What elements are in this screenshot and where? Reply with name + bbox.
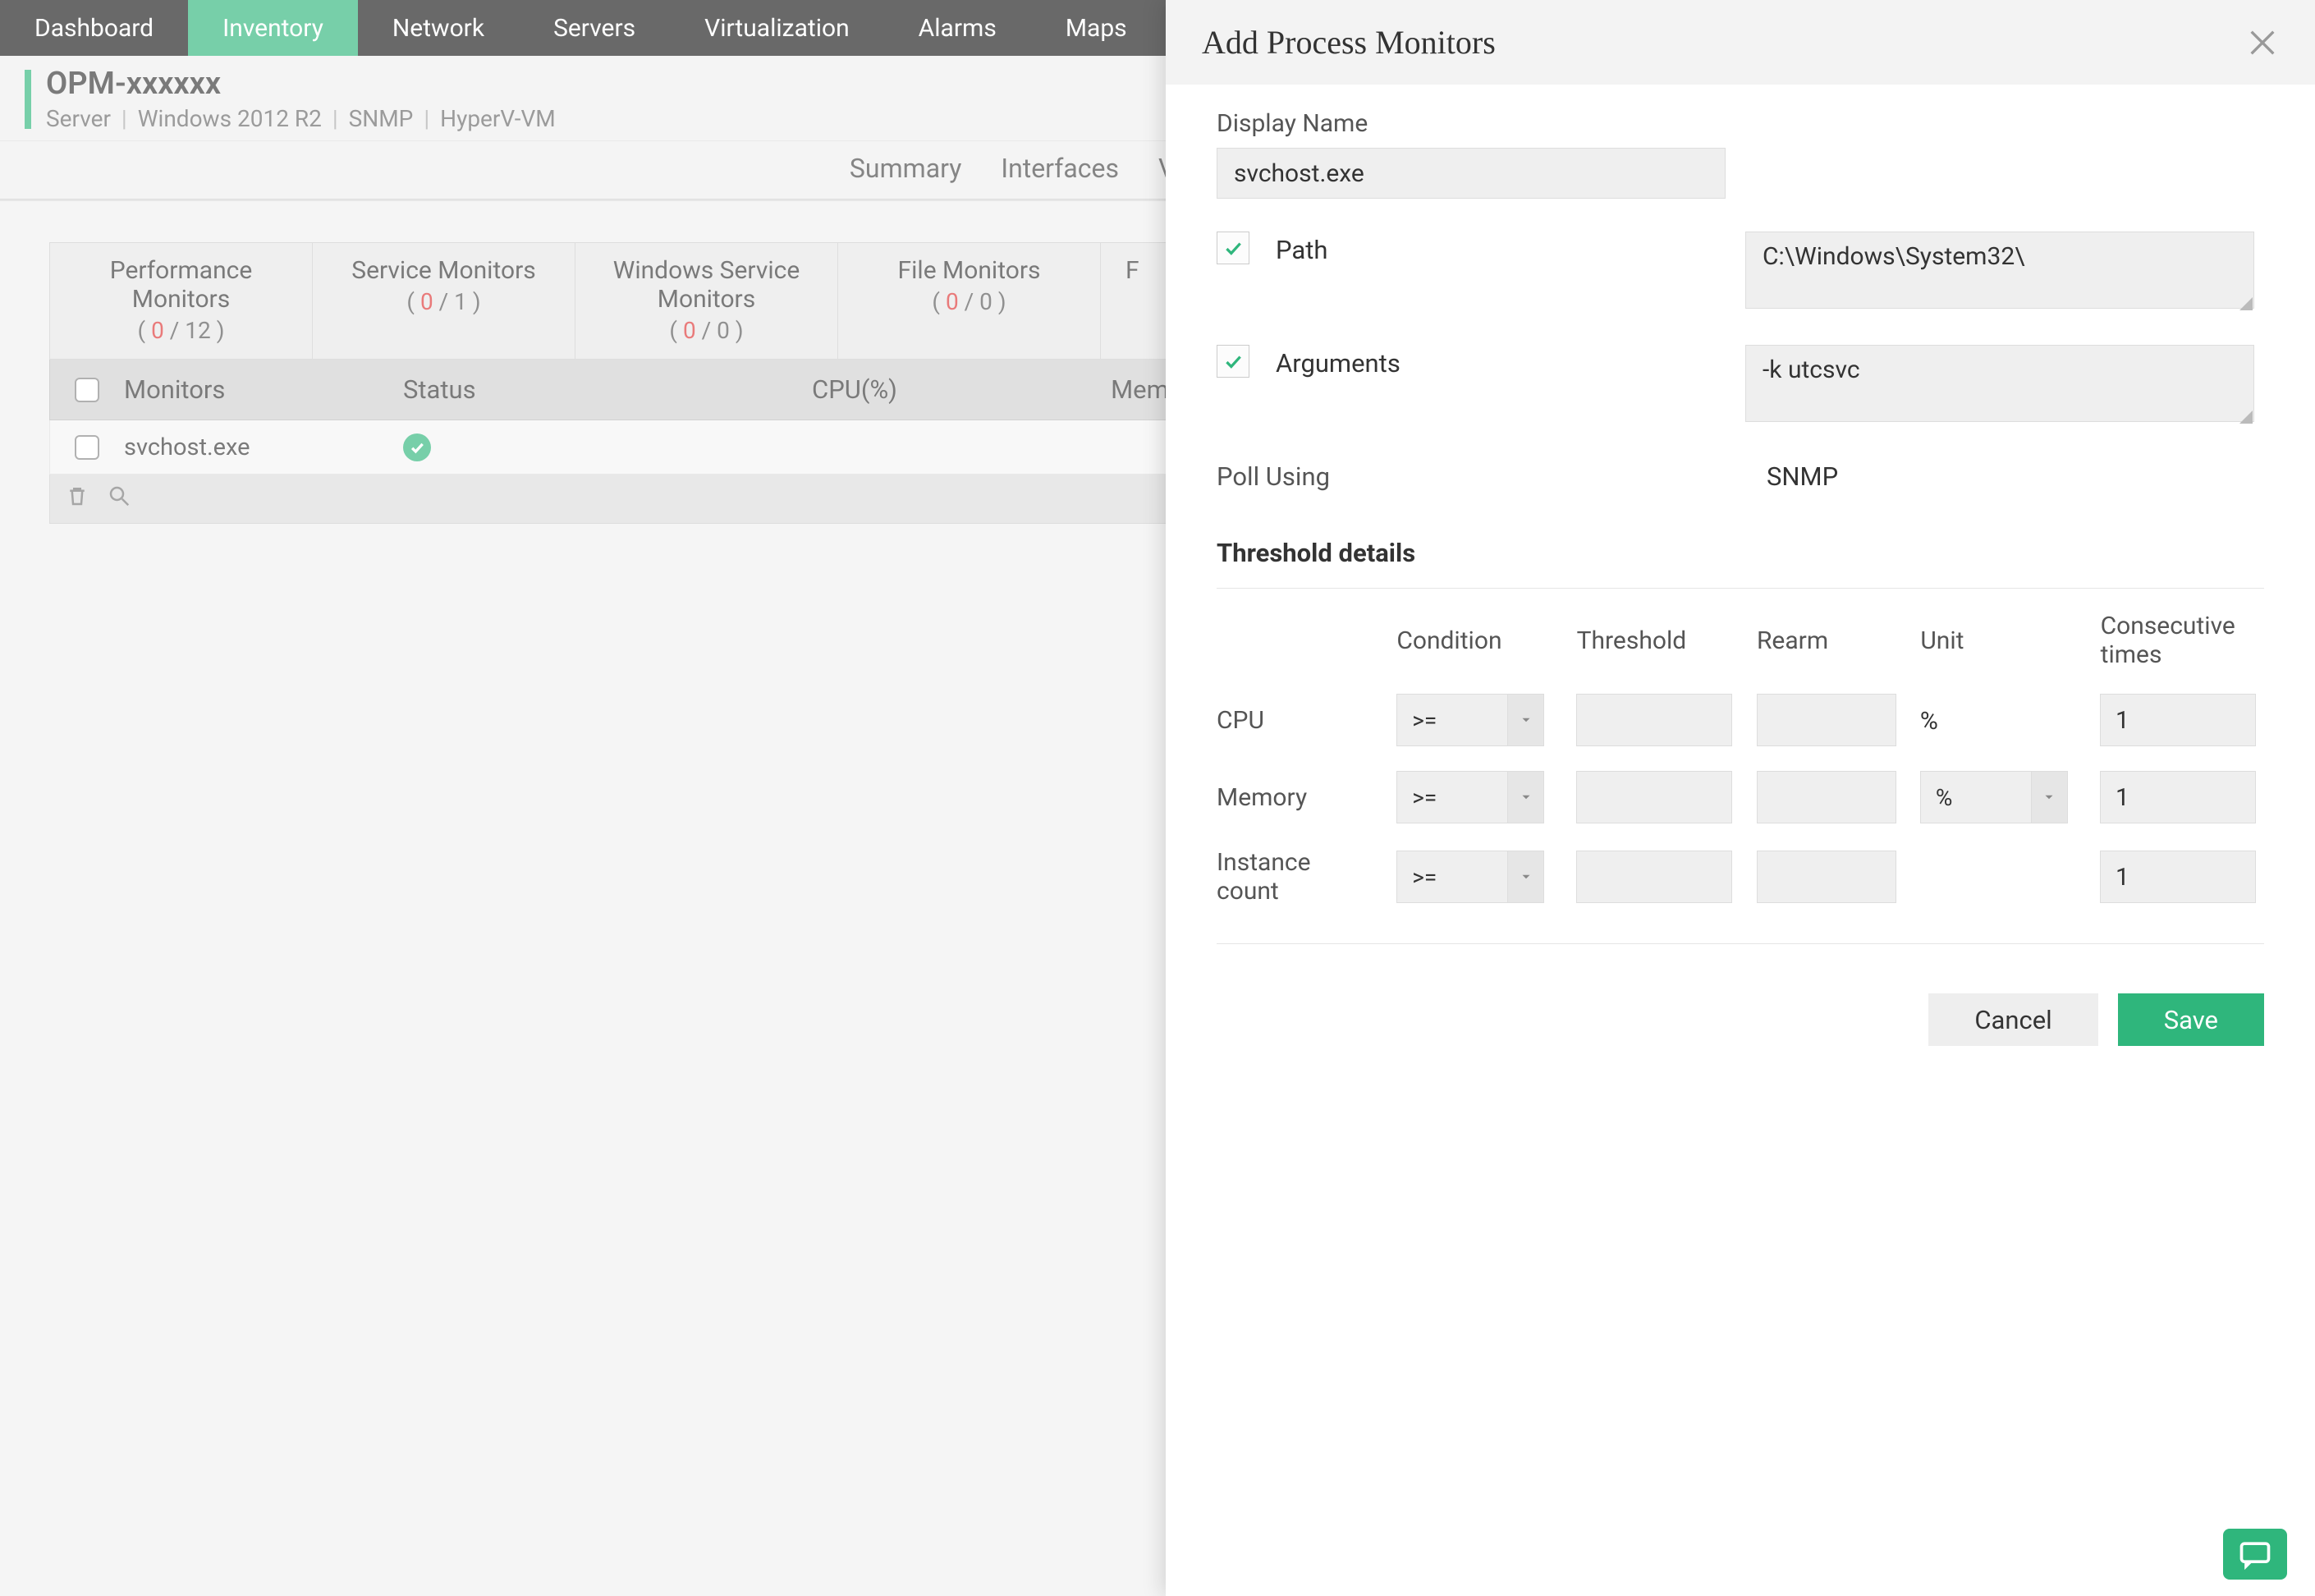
chevron-down-icon[interactable] (2032, 771, 2068, 823)
save-button[interactable]: Save (2118, 993, 2264, 1046)
monitor-tab[interactable]: Performance Monitors( 0 / 12 ) (50, 243, 313, 359)
chevron-down-icon[interactable] (1508, 771, 1544, 823)
nav-item-servers[interactable]: Servers (519, 0, 670, 56)
monitor-tab[interactable]: Service Monitors( 0 / 1 ) (313, 243, 575, 359)
select-all-checkbox[interactable] (75, 378, 99, 402)
rearm-input[interactable] (1757, 694, 1896, 746)
threshold-metric-name: Memory (1217, 783, 1396, 812)
resize-grip-icon[interactable] (2239, 297, 2253, 310)
tab-interfaces[interactable]: Interfaces (1001, 153, 1119, 184)
panel-title: Add Process Monitors (1202, 23, 1496, 62)
path-label: Path (1276, 232, 1719, 265)
col-status[interactable]: Status (403, 374, 682, 405)
unit-select[interactable]: % (1920, 771, 2068, 823)
sub-server: Server (46, 105, 111, 132)
condition-select[interactable]: >= (1396, 694, 1544, 746)
row-monitor-name: svchost.exe (124, 433, 403, 461)
nav-item-maps[interactable]: Maps (1031, 0, 1162, 56)
page-subtitle: Server | Windows 2012 R2 | SNMP | HyperV… (46, 105, 556, 132)
threshold-metric-name: Instance count (1217, 848, 1396, 906)
threshold-header-row: Condition Threshold Rearm Unit Consecuti… (1217, 612, 2264, 669)
threshold-title: Threshold details (1217, 538, 2264, 568)
sub-os: Windows 2012 R2 (138, 105, 322, 132)
row-checkbox[interactable] (75, 435, 99, 460)
divider (1217, 943, 2264, 944)
consecutive-input[interactable] (2100, 851, 2256, 903)
poll-using-label: Poll Using (1217, 461, 1767, 492)
trash-icon[interactable] (65, 484, 89, 508)
nav-item-virtualization[interactable]: Virtualization (670, 0, 884, 56)
condition-select[interactable]: >= (1396, 851, 1544, 903)
threshold-row: CPU>=% (1217, 694, 2264, 746)
chevron-down-icon[interactable] (1508, 694, 1544, 746)
path-checkbox[interactable] (1217, 232, 1249, 264)
resize-grip-icon[interactable] (2239, 410, 2253, 424)
th-col-condition: Condition (1396, 626, 1576, 655)
panel-header: Add Process Monitors (1166, 0, 2315, 85)
monitor-tab[interactable]: File Monitors( 0 / 0 ) (838, 243, 1101, 359)
close-icon[interactable] (2246, 26, 2279, 59)
threshold-input[interactable] (1576, 694, 1732, 746)
consecutive-input[interactable] (2100, 694, 2256, 746)
rearm-input[interactable] (1757, 851, 1896, 903)
threshold-row: Memory>=% (1217, 771, 2264, 823)
page-title: OPM-xxxxxx (46, 66, 556, 102)
th-col-threshold: Threshold (1577, 626, 1757, 655)
th-col-unit: Unit (1920, 626, 2100, 655)
status-ok-icon (403, 433, 431, 461)
path-input[interactable] (1745, 232, 2254, 309)
consecutive-input[interactable] (2100, 771, 2256, 823)
search-icon[interactable] (107, 484, 131, 508)
threshold-input[interactable] (1576, 851, 1732, 903)
threshold-row: Instance count>= (1217, 848, 2264, 906)
nav-item-alarms[interactable]: Alarms (884, 0, 1031, 56)
rearm-input[interactable] (1757, 771, 1896, 823)
arguments-label: Arguments (1276, 345, 1719, 378)
unit-text: % (1920, 705, 2080, 736)
cancel-button[interactable]: Cancel (1928, 993, 2097, 1046)
add-process-monitors-panel: Add Process Monitors Display Name Path A… (1166, 0, 2315, 1596)
sub-vm: HyperV-VM (440, 105, 556, 132)
col-monitors[interactable]: Monitors (124, 374, 403, 405)
nav-item-dashboard[interactable]: Dashboard (0, 0, 188, 56)
display-name-input[interactable] (1217, 148, 1726, 199)
th-col-rearm: Rearm (1757, 626, 1920, 655)
threshold-input[interactable] (1576, 771, 1732, 823)
monitor-tab[interactable]: Windows Service Monitors( 0 / 0 ) (575, 243, 838, 359)
nav-item-network[interactable]: Network (358, 0, 519, 56)
accent-bar (25, 70, 31, 129)
poll-using-value: SNMP (1767, 461, 1838, 492)
condition-select[interactable]: >= (1396, 771, 1544, 823)
th-col-consecutive: Consecutive times (2101, 612, 2264, 669)
chat-widget[interactable] (2223, 1529, 2287, 1580)
arguments-checkbox[interactable] (1217, 345, 1249, 378)
arguments-input[interactable] (1745, 345, 2254, 422)
tab-summary[interactable]: Summary (850, 153, 961, 184)
threshold-metric-name: CPU (1217, 706, 1396, 735)
col-cpu[interactable]: CPU(%) (682, 374, 1027, 405)
display-name-label: Display Name (1217, 109, 2264, 138)
nav-item-inventory[interactable]: Inventory (188, 0, 358, 56)
divider (1217, 588, 2264, 589)
sub-protocol: SNMP (349, 105, 414, 132)
chevron-down-icon[interactable] (1508, 851, 1544, 903)
